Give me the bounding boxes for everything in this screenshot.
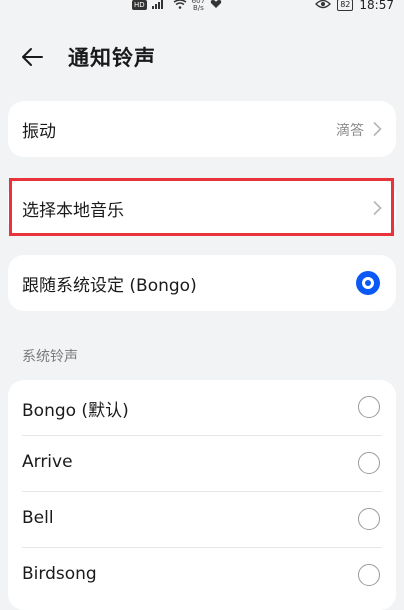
local-music-row[interactable]: 选择本地音乐: [8, 180, 396, 236]
page-title: 通知铃声: [68, 46, 156, 70]
radio-unselected-icon[interactable]: [358, 452, 380, 474]
list-item[interactable]: Birdsong: [8, 548, 396, 604]
local-music-card: 选择本地音乐: [8, 180, 396, 236]
health-icon: [210, 0, 222, 12]
list-item[interactable]: Bell: [8, 492, 396, 548]
follow-system-card: 跟随系统设定 (Bongo): [8, 255, 396, 311]
ringtone-label: Birdsong: [22, 564, 97, 584]
battery-indicator: 82: [337, 0, 354, 11]
net-speed: 607 B/s: [191, 0, 206, 12]
list-item[interactable]: Bongo (默认): [8, 380, 396, 436]
ringtone-label: Bell: [22, 508, 54, 528]
vibration-row[interactable]: 振动 滴答: [8, 101, 396, 157]
vibration-label: 振动: [22, 122, 56, 142]
ringtone-label: Arrive: [22, 452, 73, 472]
vibration-card: 振动 滴答: [8, 101, 396, 157]
status-right: 82 18:57: [315, 0, 394, 12]
wifi-icon: [173, 0, 187, 12]
chevron-right-icon: [373, 121, 382, 137]
ringtone-list: Bongo (默认) Arrive Bell Birdsong: [8, 380, 396, 610]
eye-icon: [315, 0, 332, 12]
signal-icon: [151, 0, 168, 12]
chevron-right-icon: [373, 200, 382, 216]
follow-system-row[interactable]: 跟随系统设定 (Bongo): [8, 255, 396, 311]
follow-system-label: 跟随系统设定 (Bongo): [22, 276, 197, 296]
vibration-value: 滴答: [336, 123, 364, 139]
local-music-label: 选择本地音乐: [22, 201, 124, 221]
hd-badge: HD: [132, 0, 147, 10]
radio-unselected-icon[interactable]: [358, 508, 380, 530]
radio-unselected-icon[interactable]: [358, 396, 380, 418]
status-indicators: HD 607 B/s: [132, 0, 222, 12]
clock: 18:57: [359, 0, 394, 12]
back-arrow-icon[interactable]: [20, 44, 46, 70]
radio-unselected-icon[interactable]: [358, 564, 380, 586]
list-item[interactable]: Arrive: [8, 436, 396, 492]
ringtone-label: Bongo (默认): [22, 401, 129, 421]
radio-selected-icon[interactable]: [356, 271, 380, 295]
section-title: 系统铃声: [22, 349, 78, 365]
status-bar: HD 607 B/s 82 18:57: [0, 0, 404, 16]
header: 通知铃声: [0, 36, 404, 76]
